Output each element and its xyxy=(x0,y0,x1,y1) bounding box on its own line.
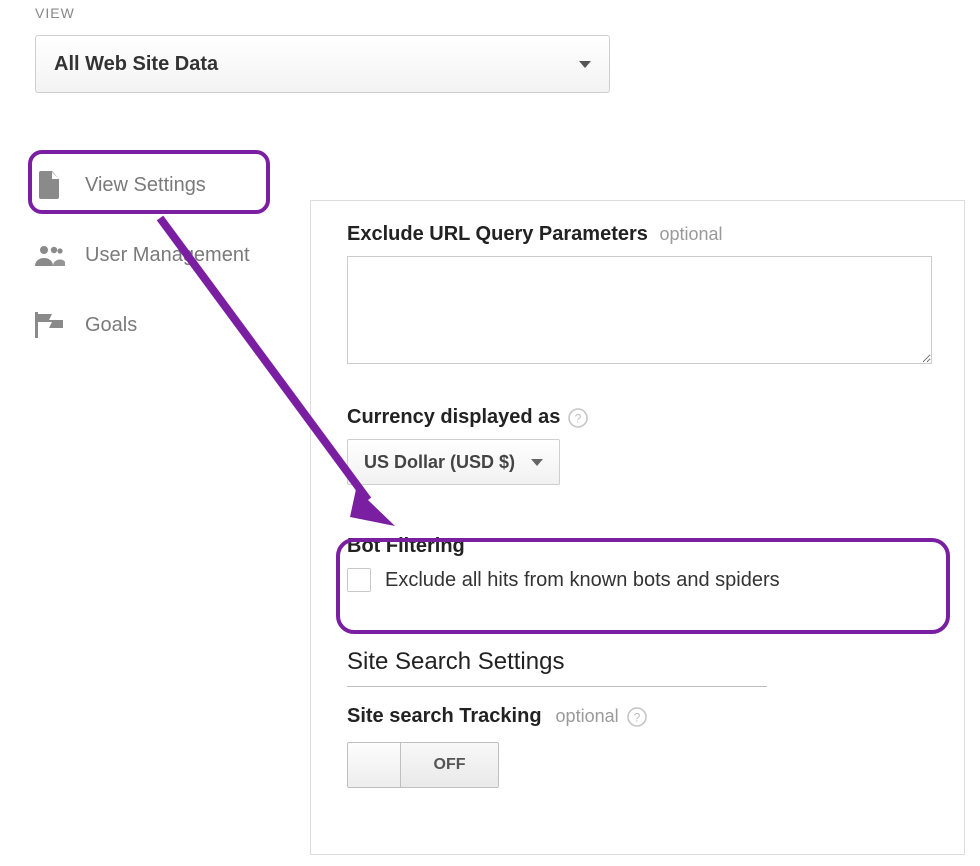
view-column-label: VIEW xyxy=(35,5,75,21)
caret-down-icon xyxy=(531,459,543,466)
sidebar-item-user-management[interactable]: User Management xyxy=(35,220,285,290)
caret-down-icon xyxy=(579,61,591,68)
bot-filtering-label: Bot Filtering xyxy=(347,535,928,558)
view-selector-dropdown[interactable]: All Web Site Data xyxy=(35,35,610,93)
bot-filtering-checkbox-label: Exclude all hits from known bots and spi… xyxy=(385,569,780,592)
site-search-tracking-label: Site search Tracking xyxy=(347,705,542,728)
toggle-state-label: OFF xyxy=(401,743,498,787)
currency-select[interactable]: US Dollar (USD $) xyxy=(347,439,560,485)
svg-text:?: ? xyxy=(575,411,582,425)
bot-filtering-checkbox[interactable] xyxy=(347,568,371,592)
exclude-url-params-textarea[interactable] xyxy=(347,256,932,364)
site-search-settings-heading: Site Search Settings xyxy=(347,648,767,687)
currency-select-value: US Dollar (USD $) xyxy=(364,452,515,473)
users-icon xyxy=(35,244,65,266)
help-icon[interactable]: ? xyxy=(627,707,647,727)
sidebar-item-label: View Settings xyxy=(85,174,206,197)
toggle-knob xyxy=(348,743,401,787)
optional-hint: optional xyxy=(659,224,722,244)
optional-hint: optional xyxy=(556,706,619,727)
field-title-text: Exclude URL Query Parameters xyxy=(347,223,648,245)
svg-text:?: ? xyxy=(633,710,640,724)
site-search-tracking-toggle[interactable]: OFF xyxy=(347,742,499,788)
sidebar-item-view-settings[interactable]: View Settings xyxy=(35,150,285,220)
help-icon[interactable]: ? xyxy=(568,408,588,428)
exclude-url-params-label: Exclude URL Query Parameters optional xyxy=(347,223,928,246)
sidebar-item-label: User Management xyxy=(85,244,250,267)
document-icon xyxy=(35,171,65,199)
sidebar-item-goals[interactable]: Goals xyxy=(35,290,285,360)
view-sidebar-nav: View Settings User Management Goals xyxy=(35,150,285,360)
sidebar-item-label: Goals xyxy=(85,314,137,337)
view-selector-value: All Web Site Data xyxy=(54,53,579,76)
currency-label: Currency displayed as xyxy=(347,406,560,429)
flag-icon xyxy=(35,312,65,338)
view-settings-panel: Exclude URL Query Parameters optional Cu… xyxy=(310,200,965,855)
